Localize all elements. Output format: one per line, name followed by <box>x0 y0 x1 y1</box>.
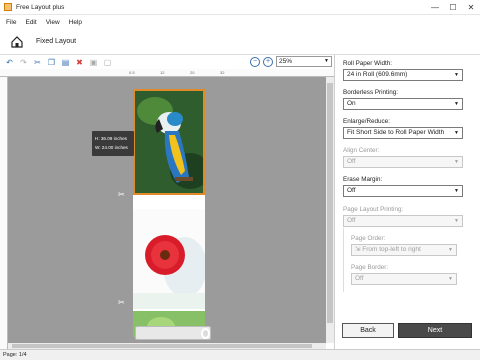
title-bar: Free Layout plus — ☐ ✕ <box>0 0 480 15</box>
menu-edit[interactable]: Edit <box>25 19 36 26</box>
paste-icon[interactable]: ▤ <box>60 57 71 68</box>
ruler-tick: 32 <box>220 70 225 75</box>
copy-icon[interactable]: ❐ <box>46 57 57 68</box>
layout-canvas[interactable]: H: 36.09 inches W: 24.00 inches ✂ ✂ <box>8 77 326 343</box>
ruler-tick: 12 <box>160 70 165 75</box>
borderless-label: Borderless Printing: <box>343 89 398 96</box>
maximize-button[interactable]: ☐ <box>444 0 462 15</box>
parrot-photo[interactable] <box>133 89 205 195</box>
horizontal-ruler: 0.5 12 20 32 <box>0 69 334 77</box>
roll-end <box>135 326 211 340</box>
align-center-label: Align Center: <box>343 147 380 154</box>
vertical-ruler <box>0 77 8 349</box>
next-button[interactable]: Next <box>398 323 472 338</box>
send-back-icon[interactable]: ▢ <box>102 57 113 68</box>
minimize-button[interactable]: — <box>426 0 444 15</box>
erase-margin-value: Off <box>347 187 356 194</box>
roll-knob-icon <box>201 328 210 339</box>
delete-icon[interactable]: ✖ <box>74 57 85 68</box>
erase-margin-field: Erase Margin: Off ▼ <box>343 176 463 197</box>
undo-icon[interactable]: ↶ <box>4 57 15 68</box>
page-order-select: ⇲ From top-left to right ▼ <box>351 244 457 256</box>
window-controls: — ☐ ✕ <box>426 0 480 15</box>
align-center-select: Off ▼ <box>343 156 463 168</box>
flower-photo[interactable] <box>133 209 205 309</box>
enlarge-reduce-label: Enlarge/Reduce: <box>343 118 390 125</box>
chevron-down-icon: ▼ <box>454 130 459 136</box>
ruler-tick: 20 <box>190 70 195 75</box>
close-button[interactable]: ✕ <box>462 0 480 15</box>
page-border-select: Off ▼ <box>351 273 457 285</box>
window-title: Free Layout plus <box>16 3 65 11</box>
cut-line-icon: ✂ <box>118 190 125 199</box>
erase-margin-label: Erase Margin: <box>343 176 383 183</box>
zoom-controls: − + 25% ▼ <box>250 56 332 67</box>
home-icon[interactable] <box>11 35 23 48</box>
chevron-down-icon: ▼ <box>454 188 459 194</box>
align-center-field: Align Center: Off ▼ <box>343 147 463 168</box>
page-order-value: From top-left to right <box>362 246 421 253</box>
layout-name: Fixed Layout <box>36 38 77 45</box>
zoom-in-icon[interactable]: + <box>263 56 273 67</box>
chevron-down-icon: ▼ <box>454 218 459 224</box>
enlarge-reduce-field: Enlarge/Reduce: Fit Short Side to Roll P… <box>343 118 463 139</box>
borderless-select[interactable]: On ▼ <box>343 98 463 110</box>
size-height: H: 36.09 inches <box>95 136 127 141</box>
page-border-field: Page Border: Off ▼ <box>351 264 471 285</box>
menu-view[interactable]: View <box>46 19 60 26</box>
borderless-field: Borderless Printing: On ▼ <box>343 89 463 110</box>
chevron-down-icon: ▼ <box>448 276 453 282</box>
roll-paper <box>133 89 205 337</box>
roll-paper-width-select[interactable]: 24 in Roll (609.6mm) ▼ <box>343 69 463 81</box>
status-bar: Page: 1/4 <box>0 349 480 360</box>
page-layout-group: Page Order: ⇲ From top-left to right ▼ Pa… <box>343 228 465 292</box>
page-border-value: Off <box>355 275 364 282</box>
nav-bar: Fixed Layout <box>0 29 480 55</box>
page-layout-select: Off ▼ <box>343 215 463 227</box>
enlarge-reduce-value: Fit Short Side to Roll Paper Width <box>347 129 445 136</box>
page-indicator: Page: 1/4 <box>3 352 27 358</box>
zoom-value: 25% <box>279 58 293 65</box>
cut-icon[interactable]: ✂ <box>32 57 43 68</box>
enlarge-reduce-select[interactable]: Fit Short Side to Roll Paper Width ▼ <box>343 127 463 139</box>
align-center-value: Off <box>347 158 356 165</box>
edit-toolbar: ↶ ↷ ✂ ❐ ▤ ✖ ▣ ▢ − + 25% ▼ <box>0 55 334 69</box>
chevron-down-icon: ▼ <box>448 247 453 253</box>
zoom-select[interactable]: 25% ▼ <box>276 56 332 67</box>
chevron-down-icon: ▼ <box>454 72 459 78</box>
borderless-value: On <box>347 100 356 107</box>
roll-paper-width-label: Roll Paper Width: <box>343 60 392 67</box>
page-layout-value: Off <box>347 217 356 224</box>
page-layout-label: Page Layout Printing: <box>343 206 404 213</box>
redo-icon[interactable]: ↷ <box>18 57 29 68</box>
page-layout-field: Page Layout Printing: Off ▼ <box>343 206 463 227</box>
size-width: W: 24.00 inches <box>95 145 128 150</box>
scroll-thumb[interactable] <box>327 83 333 323</box>
cut-line-icon: ✂ <box>118 298 125 307</box>
menu-file[interactable]: File <box>6 19 16 26</box>
page-order-field: Page Order: ⇲ From top-left to right ▼ <box>351 235 471 256</box>
app-icon <box>4 3 12 11</box>
chevron-down-icon: ▼ <box>454 159 459 165</box>
menu-bar: File Edit View Help <box>0 15 480 29</box>
roll-paper-width-value: 24 in Roll (609.6mm) <box>347 71 408 78</box>
ruler-tick: 0.5 <box>129 70 135 75</box>
page-border-label: Page Border: <box>351 264 389 271</box>
vertical-scrollbar[interactable] <box>326 77 334 343</box>
scroll-thumb[interactable] <box>12 344 312 348</box>
settings-panel: Roll Paper Width: 24 in Roll (609.6mm) ▼ … <box>334 55 480 349</box>
chevron-down-icon: ▼ <box>454 101 459 107</box>
bring-front-icon[interactable]: ▣ <box>88 57 99 68</box>
chevron-down-icon: ▼ <box>324 58 329 64</box>
zoom-out-icon[interactable]: − <box>250 56 260 67</box>
back-button[interactable]: Back <box>342 323 394 338</box>
menu-help[interactable]: Help <box>69 19 82 26</box>
size-tooltip: H: 36.09 inches W: 24.00 inches <box>92 131 134 156</box>
erase-margin-select[interactable]: Off ▼ <box>343 185 463 197</box>
roll-paper-width-field: Roll Paper Width: 24 in Roll (609.6mm) ▼ <box>343 60 463 81</box>
page-order-label: Page Order: <box>351 235 386 242</box>
